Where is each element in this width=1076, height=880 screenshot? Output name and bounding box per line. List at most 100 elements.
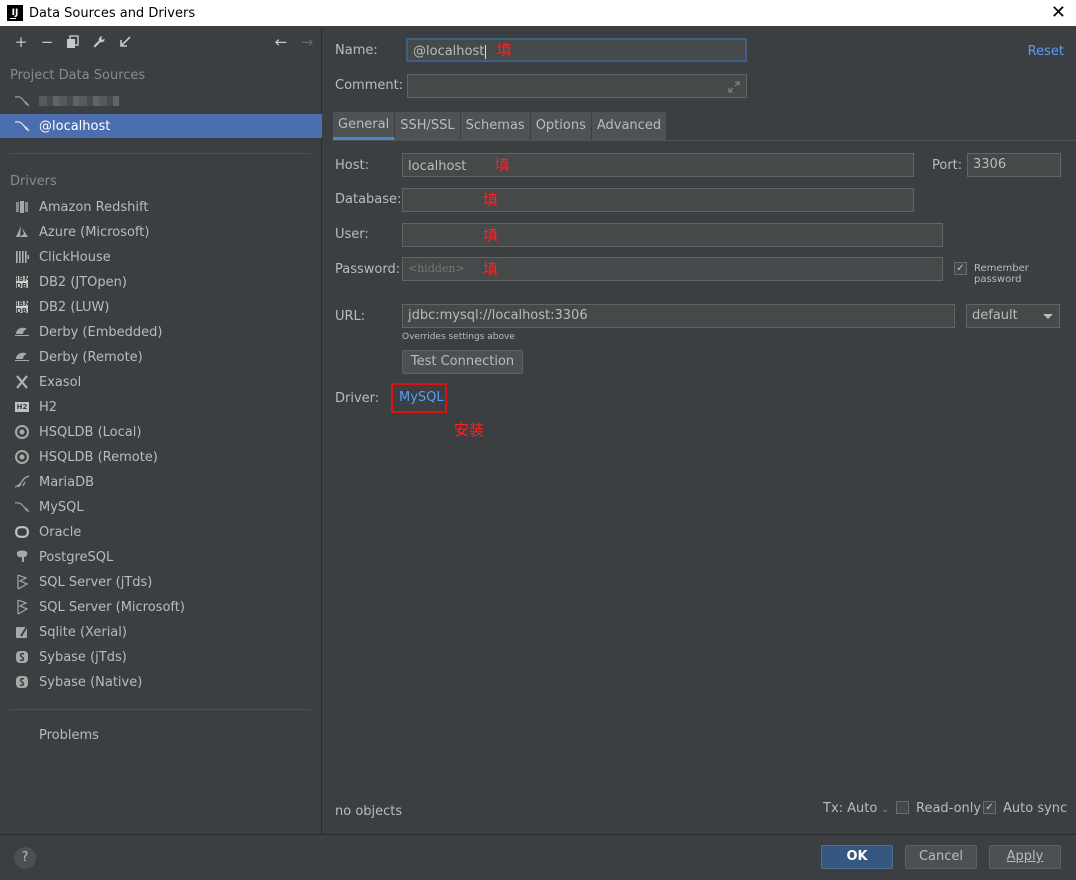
close-window-icon[interactable]: ✕: [1051, 2, 1066, 23]
driver-item-amazon-redshift[interactable]: Amazon Redshift: [0, 195, 322, 219]
driver-item-mysql[interactable]: MySQL: [0, 495, 322, 519]
history-navigation: ← →: [268, 32, 320, 52]
driver-label: Sybase (Native): [39, 674, 143, 690]
apply-button[interactable]: Apply: [989, 845, 1061, 869]
test-connection-button[interactable]: Test Connection: [402, 350, 523, 374]
password-input[interactable]: <hidden> 填: [402, 257, 943, 281]
sidebar-divider: [10, 153, 310, 154]
test-connection-label: Test Connection: [410, 354, 515, 369]
driver-item-h2[interactable]: H2 H2: [0, 395, 322, 419]
fill-annotation: 填: [483, 226, 499, 244]
driver-link-mysql[interactable]: MySQL: [399, 390, 444, 405]
fill-annotation: 填: [483, 260, 499, 278]
back-arrow-icon[interactable]: ←: [268, 32, 294, 52]
remove-icon[interactable]: −: [34, 32, 60, 52]
reset-link[interactable]: Reset: [1028, 44, 1064, 59]
url-hint: Overrides settings above: [402, 332, 515, 342]
password-label: Password:: [335, 262, 401, 277]
user-input[interactable]: 填: [402, 223, 943, 247]
text-cursor: [485, 44, 487, 59]
driver-item-hsqldb-local[interactable]: HSQLDB (Local): [0, 420, 322, 444]
driver-label: H2: [39, 399, 58, 415]
driver-item-sqlserver-microsoft[interactable]: SQL Server (Microsoft): [0, 595, 322, 619]
sqlite-icon: [14, 624, 30, 640]
database-label: Database:: [335, 192, 402, 207]
intellij-app-icon: IJ: [7, 5, 23, 21]
auto-sync-checkbox[interactable]: ✓: [983, 801, 996, 814]
driver-item-exasol[interactable]: Exasol: [0, 370, 322, 394]
hsqldb-icon: [14, 424, 30, 440]
remember-password-checkbox[interactable]: ✓: [954, 262, 967, 275]
driver-item-clickhouse[interactable]: ClickHouse: [0, 245, 322, 269]
data-source-item-blurred[interactable]: [0, 89, 322, 113]
project-data-sources-header: Project Data Sources: [10, 68, 146, 83]
tab-general[interactable]: General: [333, 112, 396, 140]
forward-arrow-icon[interactable]: →: [294, 32, 320, 52]
exasol-icon: [14, 374, 30, 390]
driver-item-hsqldb-remote[interactable]: HSQLDB (Remote): [0, 445, 322, 469]
driver-label: DB2 (LUW): [39, 299, 110, 315]
driver-label: MariaDB: [39, 474, 95, 490]
driver-item-oracle[interactable]: Oracle: [0, 520, 322, 544]
host-label: Host:: [335, 158, 369, 173]
host-input[interactable]: localhost 填: [402, 153, 914, 177]
tab-schemas[interactable]: Schemas: [460, 112, 531, 140]
help-icon[interactable]: ?: [14, 847, 36, 869]
driver-item-derby-embedded[interactable]: Derby (Embedded): [0, 320, 322, 344]
driver-item-db2-luw[interactable]: IBM DB2 DB2 (LUW): [0, 295, 322, 319]
expand-icon[interactable]: [728, 79, 740, 93]
add-icon[interactable]: +: [8, 32, 34, 52]
driver-item-sybase-jtds[interactable]: Sybase (jTds): [0, 645, 322, 669]
problems-item[interactable]: Problems: [0, 723, 322, 747]
problems-label: Problems: [39, 727, 99, 743]
user-label: User:: [335, 227, 369, 242]
import-icon[interactable]: [112, 32, 138, 52]
settings-wrench-icon[interactable]: [86, 32, 112, 52]
remember-password-label: Remember password: [974, 263, 1029, 285]
driver-label: Sybase (jTds): [39, 649, 127, 665]
driver-item-postgresql[interactable]: PostgreSQL: [0, 545, 322, 569]
port-label: Port:: [932, 158, 963, 173]
blurred-data-source-name: [39, 96, 119, 106]
chevron-down-icon: [1043, 314, 1053, 319]
driver-item-db2-jtopen[interactable]: IBM DB2 DB2 (JTOpen): [0, 270, 322, 294]
driver-label: ClickHouse: [39, 249, 111, 265]
port-input[interactable]: 3306: [967, 153, 1061, 177]
tab-options[interactable]: Options: [530, 112, 592, 140]
driver-label: Oracle: [39, 524, 82, 540]
read-only-checkbox[interactable]: [896, 801, 909, 814]
cancel-button[interactable]: Cancel: [905, 845, 977, 869]
url-input[interactable]: jdbc:mysql://localhost:3306: [402, 304, 955, 328]
driver-item-sybase-native[interactable]: Sybase (Native): [0, 670, 322, 694]
fill-annotation: 填: [494, 156, 510, 174]
driver-item-sqlserver-jtds[interactable]: SQL Server (jTds): [0, 570, 322, 594]
tab-advanced[interactable]: Advanced: [591, 112, 668, 140]
driver-label: Derby (Embedded): [39, 324, 163, 340]
driver-label: Exasol: [39, 374, 82, 390]
url-mode-select[interactable]: default: [966, 304, 1060, 328]
tx-mode-dropdown[interactable]: Tx: Auto ⌄: [823, 801, 889, 816]
derby-icon: [14, 324, 30, 340]
derby-icon: [14, 349, 30, 365]
comment-input[interactable]: [407, 74, 747, 98]
driver-item-derby-remote[interactable]: Derby (Remote): [0, 345, 322, 369]
driver-label: MySQL: [39, 499, 84, 515]
data-source-item-localhost[interactable]: @localhost: [0, 114, 322, 138]
name-input[interactable]: @localhost 填: [406, 38, 747, 62]
driver-item-mariadb[interactable]: MariaDB: [0, 470, 322, 494]
database-input[interactable]: 填: [402, 188, 914, 212]
redshift-icon: [14, 199, 30, 215]
ok-button[interactable]: OK: [821, 845, 893, 869]
driver-item-azure[interactable]: Azure (Microsoft): [0, 220, 322, 244]
data-source-label: @localhost: [39, 118, 111, 134]
driver-item-sqlite[interactable]: Sqlite (Xerial): [0, 620, 322, 644]
driver-label: HSQLDB (Remote): [39, 449, 158, 465]
duplicate-icon[interactable]: [60, 32, 86, 52]
db2-icon: IBM DB2: [16, 300, 33, 315]
azure-icon: [14, 224, 30, 240]
data-source-settings-panel: Name: @localhost 填 Reset Comment: Genera…: [323, 28, 1076, 834]
cancel-label: Cancel: [918, 849, 964, 864]
tab-ssh-ssl[interactable]: SSH/SSL: [395, 112, 461, 140]
hsqldb-icon: [14, 449, 30, 465]
sidebar-divider: [10, 709, 310, 710]
